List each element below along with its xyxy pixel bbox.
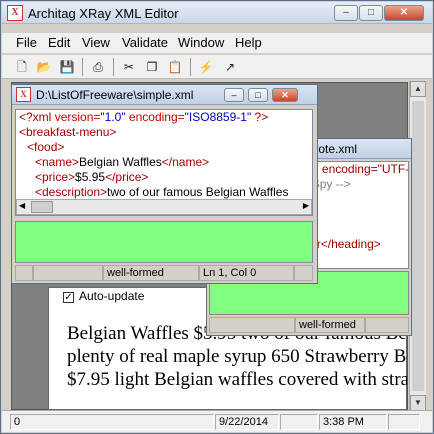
toolbar-separator [82, 58, 83, 76]
simple-window-titlebar[interactable]: X D:\ListOfFreeware\simple.xml – □ ✕ [12, 85, 317, 105]
save-icon[interactable]: 💾 [57, 57, 77, 77]
scroll-track[interactable] [412, 101, 424, 391]
scroll-thumb[interactable] [31, 201, 53, 213]
child-maximize-button[interactable]: □ [248, 88, 268, 102]
menu-edit[interactable]: Edit [48, 35, 70, 50]
menu-bar: File Edit View Validate Window Help [2, 33, 432, 53]
status-cell [388, 414, 420, 430]
child-close-button[interactable]: ✕ [272, 88, 298, 102]
simple-xml-window: X D:\ListOfFreeware\simple.xml – □ ✕ <?x… [11, 84, 318, 284]
menu-view[interactable]: View [82, 35, 110, 50]
auto-update-label: Auto-update [79, 289, 145, 303]
transform-icon[interactable]: ↗ [220, 57, 240, 77]
cut-icon[interactable]: ✂ [119, 57, 139, 77]
status-cell [15, 265, 33, 281]
preview-line: plenty of real maple syrup 650 Strawberr… [67, 346, 407, 367]
code-line: <price>$5.95</price> [35, 170, 149, 184]
toolbar-separator [190, 58, 191, 76]
horizontal-scrollbar[interactable]: ◀ ▶ [16, 199, 312, 215]
auto-update-checkbox[interactable]: ✓ [63, 292, 74, 303]
toolbar: 🗋 📂 💾 ⎙ ✂ ❐ 📋 ⚡ ↗ [2, 55, 432, 79]
menu-window[interactable]: Window [178, 35, 224, 50]
scroll-up-arrow[interactable]: ▲ [410, 81, 426, 97]
note-wellformed-status: well-formed [295, 317, 365, 333]
code-line: <?xml version="1.0" encoding="ISO8859-1"… [19, 110, 269, 124]
status-cell [280, 414, 318, 430]
note-statusbar: well-formed [209, 317, 409, 333]
open-icon[interactable]: 📂 [34, 57, 54, 77]
status-message: 0 [10, 414, 214, 430]
simple-statusbar: well-formed Ln 1, Col 0 [15, 265, 313, 281]
title-bar[interactable]: X Architag XRay XML Editor – □ ✕ [2, 2, 432, 24]
app-icon: X [7, 5, 23, 21]
simple-wellformed-status: well-formed [103, 265, 199, 281]
status-time: 3:38 PM [319, 414, 387, 430]
menu-help[interactable]: Help [235, 35, 262, 50]
preview-line: $7.95 light Belgian waffles covered with… [67, 369, 407, 390]
code-line: <breakfast-menu> [19, 125, 117, 139]
menu-file[interactable]: File [16, 35, 37, 50]
simple-validation-pane [15, 221, 313, 263]
main-window: X Architag XRay XML Editor – □ ✕ File Ed… [0, 0, 434, 434]
status-cell [294, 265, 313, 281]
simple-window-title: D:\ListOfFreeware\simple.xml [36, 88, 194, 102]
status-date: 9/22/2014 [215, 414, 279, 430]
scroll-left-arrow[interactable]: ◀ [19, 201, 25, 210]
close-button[interactable]: ✕ [384, 5, 424, 21]
doc-icon: X [16, 87, 31, 102]
status-cell [33, 265, 103, 281]
status-cell [365, 317, 409, 333]
child-minimize-button[interactable]: – [224, 88, 244, 102]
validate-icon[interactable]: ⚡ [196, 57, 216, 77]
cursor-position: Ln 1, Col 0 [199, 265, 294, 281]
window-title: Architag XRay XML Editor [28, 6, 179, 21]
copy-icon[interactable]: ❐ [142, 57, 162, 77]
toolbar-separator [113, 58, 114, 76]
code-line: <food> [27, 140, 65, 154]
scroll-right-arrow[interactable]: ▶ [303, 201, 309, 210]
status-bar: 0 9/22/2014 3:38 PM [2, 410, 432, 432]
scroll-down-arrow[interactable]: ▼ [410, 395, 426, 411]
paste-icon[interactable]: 📋 [165, 57, 185, 77]
code-line: <description>two of our famous Belgian W… [35, 185, 289, 199]
print-icon[interactable]: ⎙ [88, 57, 108, 77]
maximize-button[interactable]: □ [359, 5, 383, 21]
minimize-button[interactable]: – [334, 5, 358, 21]
new-icon[interactable]: 🗋 [12, 57, 32, 77]
status-cell [209, 317, 295, 333]
menu-validate[interactable]: Validate [122, 35, 168, 50]
code-line: <name>Belgian Waffles</name> [35, 155, 210, 169]
